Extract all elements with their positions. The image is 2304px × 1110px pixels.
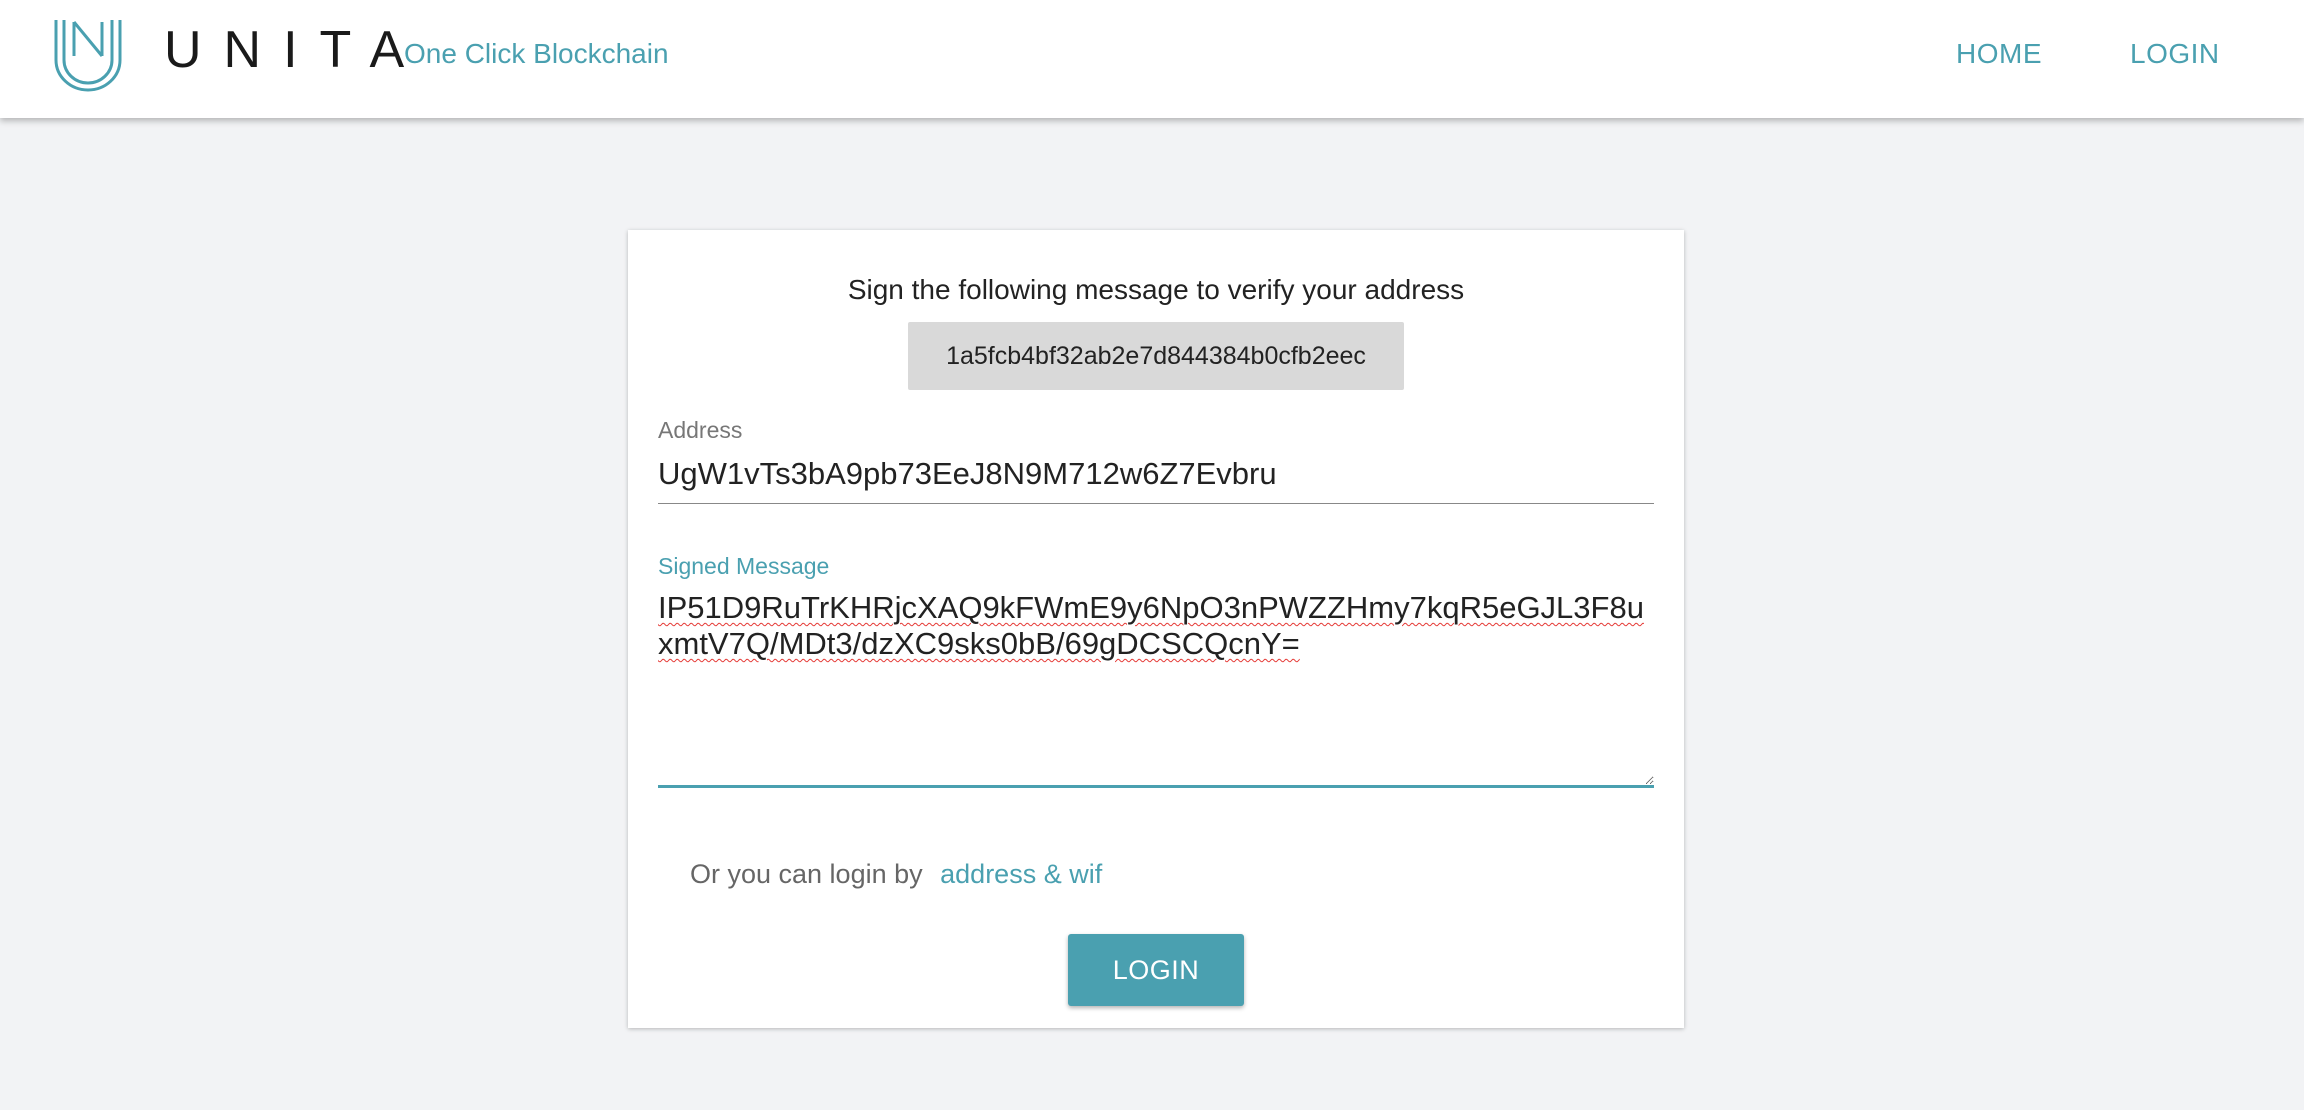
tagline: One Click Blockchain [404,38,669,69]
unita-logo-icon[interactable] [50,16,126,92]
logo-wordmark[interactable]: UNITA [164,24,426,76]
top-app-bar: UNITA One Click Blockchain HOME LOGIN [0,0,2304,118]
nav-home-link[interactable]: HOME [1956,36,2042,72]
address-wif-link[interactable]: address & wif [940,859,1102,889]
address-field[interactable]: UgW1vTs3bA9pb73EeJ8N9M712w6Z7Evbru [658,452,1654,504]
address-label: Address [658,417,743,443]
sign-instruction: Sign the following message to verify you… [847,274,1465,305]
login-button[interactable]: LOGIN [1068,934,1244,1006]
message-to-sign: 1a5fcb4bf32ab2e7d844384b0cfb2eec [908,322,1404,390]
login-card: Sign the following message to verify you… [628,230,1684,1028]
alt-login-row: Or you can login by address & wif [690,856,1102,892]
signed-message-label: Signed Message [658,553,830,579]
nav-login-link[interactable]: LOGIN [2130,36,2220,72]
alt-login-prefix: Or you can login by [690,859,923,889]
signed-message-textarea[interactable]: IP51D9RuTrKHRjcXAQ9kFWmE9y6NpO3nPWZZHmy7… [658,584,1654,788]
